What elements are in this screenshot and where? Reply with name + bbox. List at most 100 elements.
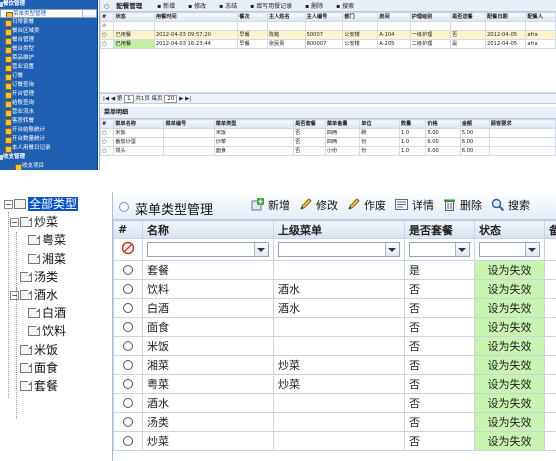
filter-dropdown[interactable]: [479, 242, 540, 257]
nav-item[interactable]: 营业流水: [0, 108, 97, 117]
top-grid-row[interactable]: ○ 已用餐 2012-04-03 16:23:44 早餐 张民贵 800007 公安楼 A-2…: [99, 39, 556, 49]
top-grid-filter-cell[interactable]: [237, 21, 268, 31]
row-radio[interactable]: [123, 378, 133, 389]
tree-node-饮料[interactable]: 饮料: [28, 323, 66, 339]
table-row[interactable]: 酒水 否设为失效: [113, 393, 556, 413]
detail-grid-row[interactable]: ○ 番茄炒蛋 炒菜否四两份 1.0 6.00 6.00: [99, 137, 556, 147]
row-radio[interactable]: [123, 340, 133, 351]
top-grid-filter-cell[interactable]: [409, 21, 451, 31]
row-radio[interactable]: [123, 435, 133, 446]
grid-header-4[interactable]: 状态: [474, 220, 545, 239]
row-radio-cell[interactable]: [113, 355, 143, 375]
nav-item[interactable]: 开台数量统计: [0, 135, 97, 144]
top-grid-filter-cell[interactable]: [153, 21, 239, 31]
status-action-cell[interactable]: 设为失效: [474, 336, 545, 356]
collapse-toggle-icon[interactable]: −: [10, 291, 19, 300]
top-grid-filter-cell[interactable]: [304, 21, 344, 31]
row-radio-cell[interactable]: [113, 412, 143, 432]
top-toolbar-button[interactable]: ▪ 搜索: [336, 3, 354, 10]
table-row[interactable]: 米饭 否设为失效: [113, 336, 556, 356]
top-grid-cell[interactable]: ○: [99, 39, 115, 49]
row-radio-cell[interactable]: [113, 298, 143, 318]
nav-item[interactable]: 菜品维护: [0, 54, 97, 63]
top-grid-row[interactable]: ○ 已用餐 2012-04-03 09:57:20 早餐 陈勉 50007 公安楼 A-104…: [99, 30, 556, 40]
tree-node-套餐[interactable]: 套餐: [10, 378, 58, 394]
detail-grid-cell[interactable]: ○: [99, 137, 115, 147]
nav-item[interactable]: 营业设置: [0, 63, 97, 72]
row-radio-cell[interactable]: [113, 260, 143, 280]
tree-root[interactable]: − 全部类型: [4, 196, 79, 212]
tree-node-汤类[interactable]: 汤类: [10, 269, 58, 285]
top-grid-cell[interactable]: ○: [99, 30, 115, 40]
status-action-cell[interactable]: 设为失效: [474, 374, 545, 394]
table-row[interactable]: 白酒 酒水否设为失效: [113, 298, 556, 318]
nav-item[interactable]: 开台管理: [0, 90, 97, 99]
row-radio-cell[interactable]: [113, 336, 143, 356]
top-grid-filter-cell[interactable]: [449, 21, 486, 31]
search-button[interactable]: 搜索: [491, 198, 530, 214]
tree-node-粤菜[interactable]: 粤菜: [28, 232, 66, 248]
filter-dropdown[interactable]: [147, 242, 269, 257]
top-toolbar-button[interactable]: ▪ 冻结: [219, 3, 237, 10]
pager-nav-icons[interactable]: |◀ ◀: [103, 96, 115, 102]
row-radio[interactable]: [123, 302, 133, 313]
nav-item[interactable]: 菜单类型管理: [0, 9, 97, 18]
row-radio[interactable]: [123, 359, 133, 370]
filter-dropdown[interactable]: [278, 242, 400, 257]
nav-item[interactable]: 餐台管理: [0, 36, 97, 45]
pager-per-page[interactable]: 20: [164, 95, 178, 103]
detail-button[interactable]: 详情: [395, 198, 434, 214]
grid-header-2[interactable]: 上级菜单: [273, 220, 405, 239]
tree-node-酒水[interactable]: − 酒水: [10, 287, 58, 303]
detail-grid-cell[interactable]: ○: [99, 128, 115, 138]
detail-grid-row[interactable]: ○ 馒头 面食否小份份 1.0 6.00 6.00: [99, 146, 556, 156]
clear-filter-icon[interactable]: [121, 241, 135, 255]
row-radio[interactable]: [123, 321, 133, 332]
row-radio-cell[interactable]: [113, 393, 143, 413]
row-radio[interactable]: [123, 283, 133, 294]
edit-button[interactable]: 修改: [299, 198, 338, 214]
nav-item[interactable]: 客房转餐: [0, 117, 97, 126]
table-row[interactable]: 粤菜 炒菜否设为失效: [113, 374, 556, 394]
nav-item[interactable]: 日常套餐: [0, 18, 97, 27]
tree-node-湘菜[interactable]: 湘菜: [28, 251, 66, 267]
nav-item[interactable]: 订餐查询: [0, 81, 97, 90]
status-action-cell[interactable]: 设为失效: [474, 355, 545, 375]
add-button[interactable]: 新增: [251, 198, 290, 214]
top-toolbar-button[interactable]: ▪ 新增: [157, 3, 175, 10]
pager-next-icons[interactable]: ▶ ▶|: [179, 96, 191, 102]
tree-node-炒菜[interactable]: − 炒菜: [10, 214, 58, 230]
nav-item[interactable]: 开台结账统计: [0, 126, 97, 135]
top-grid-filter-cell[interactable]: [484, 21, 527, 31]
table-row[interactable]: 套餐 是设为失效: [113, 260, 556, 280]
nav-item[interactable]: 收支项目: [10, 162, 97, 170]
top-grid-filter-cell[interactable]: [377, 21, 411, 31]
top-grid-filter-cell[interactable]: [342, 21, 379, 31]
grid-header-1[interactable]: 名称: [142, 220, 274, 239]
collapse-toggle-icon[interactable]: −: [10, 218, 19, 228]
nav-item[interactable]: 餐台区域类: [0, 27, 97, 36]
pager-page-input[interactable]: 1: [124, 95, 134, 103]
status-action-cell[interactable]: 设为失效: [474, 317, 545, 337]
detail-grid-row[interactable]: ○ 米饭 米饭否四两碗 1.0 5.00 5.00: [99, 128, 556, 138]
row-radio-cell[interactable]: [113, 279, 143, 299]
status-action-cell[interactable]: 设为失效: [474, 393, 545, 413]
row-radio[interactable]: [123, 416, 133, 427]
nav-group[interactable]: 餐饮管理: [0, 0, 97, 9]
nav-item[interactable]: 结账查询: [0, 99, 97, 108]
tree-node-面食[interactable]: 面食: [10, 360, 58, 376]
status-action-cell[interactable]: 设为失效: [474, 298, 545, 318]
table-row[interactable]: 汤类 否设为失效: [113, 412, 556, 432]
table-row[interactable]: 湘菜 炒菜否设为失效: [113, 355, 556, 375]
row-radio[interactable]: [123, 397, 133, 408]
filter-dropdown[interactable]: [409, 242, 470, 257]
row-radio[interactable]: [123, 264, 133, 275]
detail-grid-cell[interactable]: ○: [99, 146, 115, 156]
nav-group[interactable]: 收支管理: [0, 153, 97, 162]
grid-header-3[interactable]: 是否套餐: [404, 220, 475, 239]
top-grid-filter-cell[interactable]: [525, 21, 556, 31]
tree-node-白酒[interactable]: 白酒: [28, 305, 66, 321]
row-radio-cell[interactable]: [113, 431, 143, 451]
status-action-cell[interactable]: 设为失效: [474, 279, 545, 299]
void-button[interactable]: 作废: [347, 198, 386, 214]
